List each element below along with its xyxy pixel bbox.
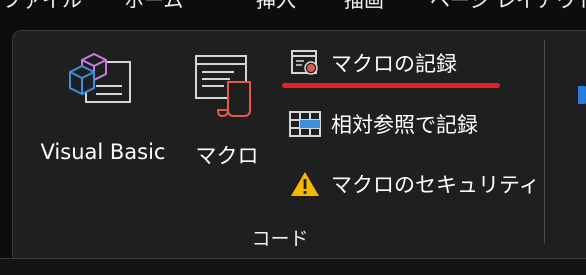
macro-security-button[interactable]: マクロのセキュリティ: [288, 167, 540, 201]
record-macro-button[interactable]: マクロの記録: [288, 46, 457, 80]
record-macro-label: マクロの記録: [331, 52, 457, 76]
tab-page-layout[interactable]: ページ レイアウト: [430, 0, 586, 14]
macros-button[interactable]: マクロ: [188, 40, 266, 170]
visual-basic-icon: [66, 48, 136, 116]
macros-label: マクロ: [195, 144, 259, 168]
next-group-icon: [578, 86, 586, 104]
macros-icon: [194, 54, 258, 122]
ribbon-tab-strip: ファイル ホーム 挿入 描画 ページ レイアウト: [0, 0, 586, 14]
visual-basic-button[interactable]: Visual Basic: [28, 40, 178, 170]
formula-bar-edge: [0, 258, 586, 275]
tab-home[interactable]: ホーム: [124, 0, 183, 14]
group-label-code: コード: [251, 228, 309, 250]
highlight-underline: [282, 83, 500, 88]
use-relative-references-label: 相対参照で記録: [331, 113, 478, 137]
warning-icon: [288, 169, 322, 199]
macro-security-label: マクロのセキュリティ: [331, 173, 540, 197]
use-relative-references-button[interactable]: 相対参照で記録: [288, 107, 478, 141]
tab-file[interactable]: ファイル: [2, 0, 82, 14]
visual-basic-label: Visual Basic: [40, 140, 166, 164]
tab-draw[interactable]: 描画: [344, 0, 384, 14]
tab-insert[interactable]: 挿入: [256, 0, 296, 14]
group-divider: [544, 40, 545, 244]
table-grid-icon: [288, 109, 322, 139]
record-macro-icon: [288, 48, 322, 78]
